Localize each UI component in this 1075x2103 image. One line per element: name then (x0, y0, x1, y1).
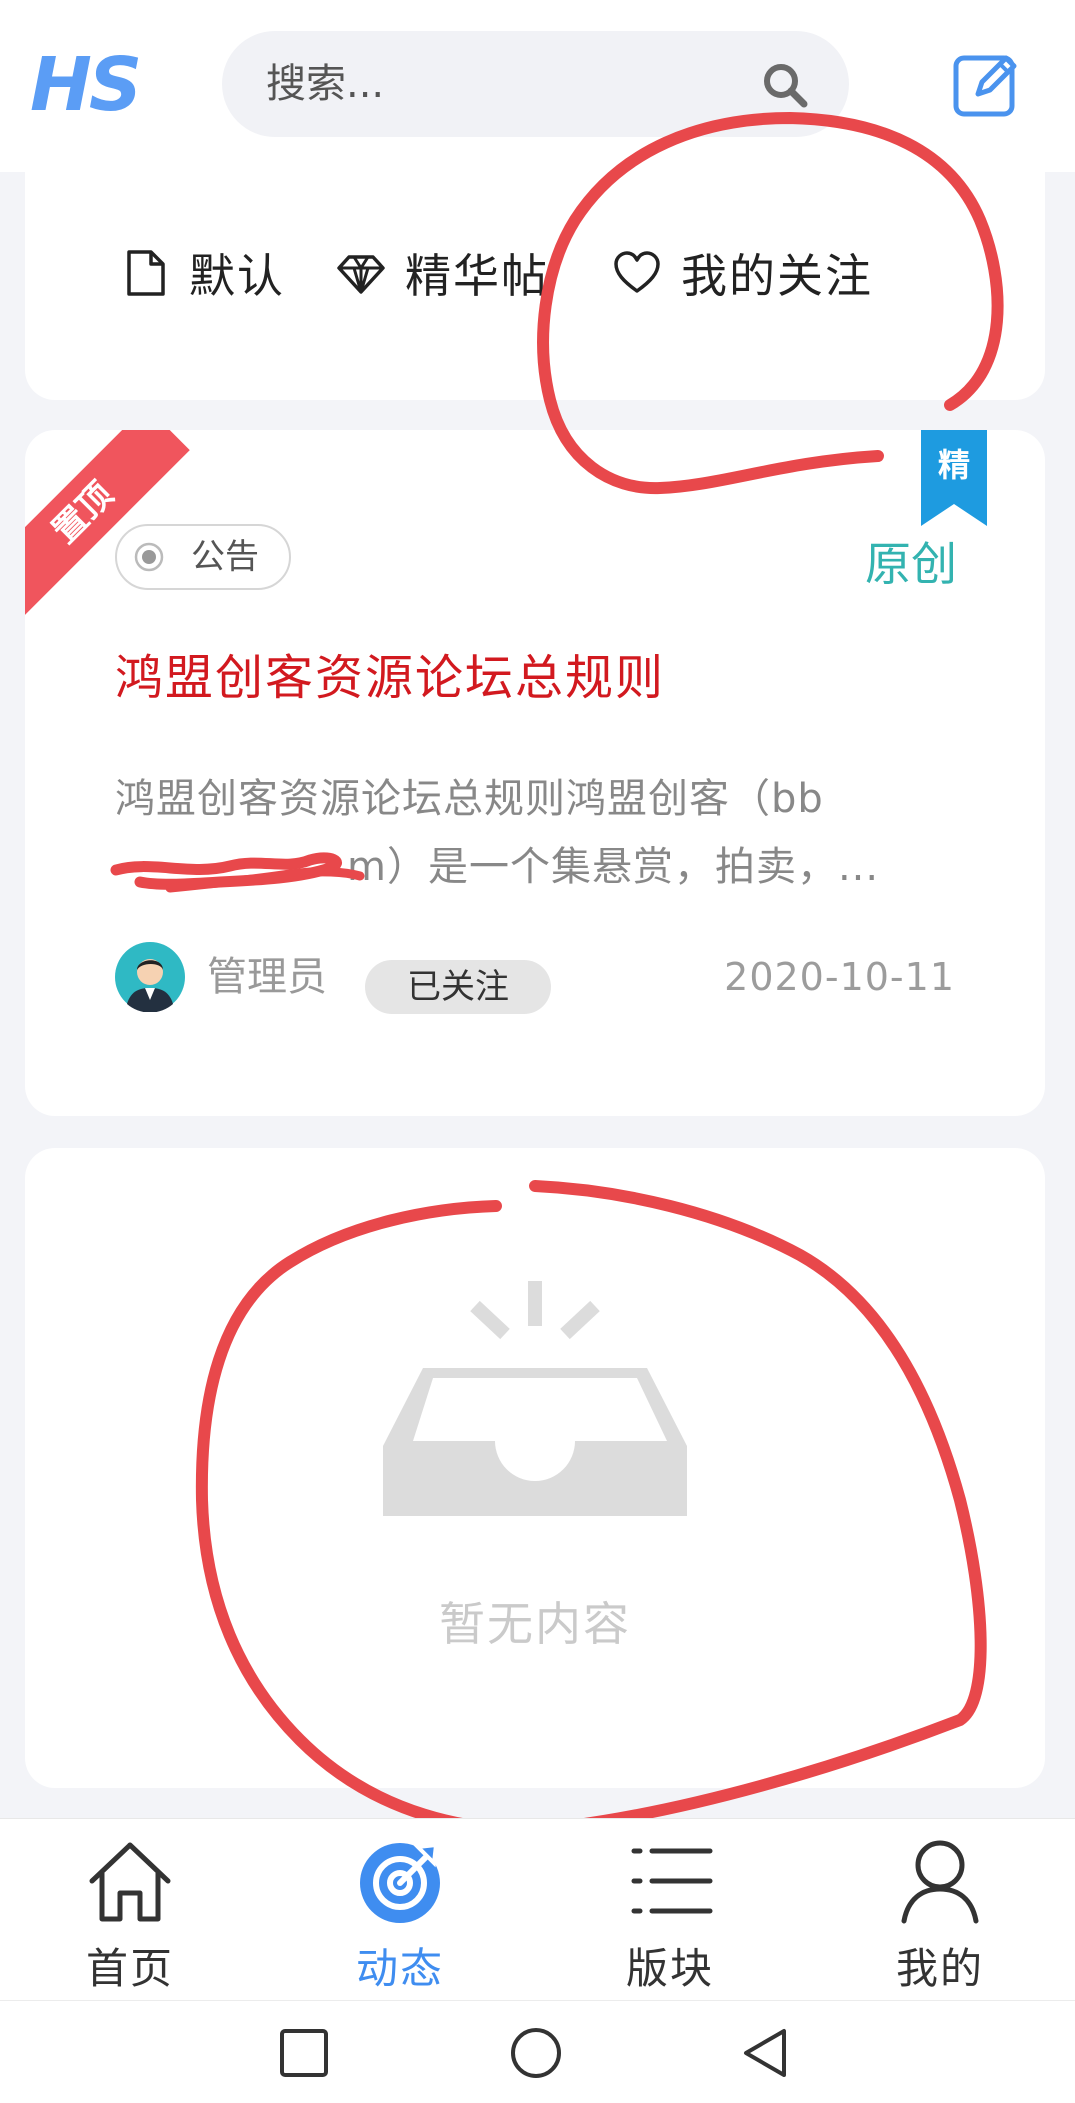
search-icon[interactable] (761, 61, 809, 109)
user-icon (901, 1840, 979, 1924)
follow-status-badge[interactable]: 已关注 (365, 960, 551, 1014)
post-excerpt-line1: 鸿盟创客资源论坛总规则鸿盟创客（bb (115, 776, 824, 822)
tab-activity[interactable]: 动态 (300, 1819, 500, 2001)
system-nav-bar (0, 2000, 1075, 2103)
filter-featured[interactable]: 精华帖 (337, 242, 549, 304)
tab-home-label: 首页 (85, 1944, 174, 1993)
tab-home[interactable]: 首页 (30, 1819, 230, 2001)
post-title[interactable]: 鸿盟创客资源论坛总规则 (115, 638, 665, 708)
app-logo[interactable]: HS (30, 46, 152, 124)
featured-label: 精 (937, 446, 970, 484)
app-header: HS 搜索... (0, 0, 1075, 172)
edit-icon[interactable] (952, 50, 1020, 118)
home-circle-icon[interactable] (508, 2025, 564, 2081)
tab-boards[interactable]: 版块 (570, 1819, 770, 2001)
home-icon (89, 1842, 171, 1922)
original-label: 原创 (865, 537, 957, 591)
target-icon (360, 1842, 440, 1923)
empty-state-text: 暂无内容 (439, 1597, 631, 1651)
empty-inbox-icon (383, 1281, 687, 1516)
list-icon (631, 1848, 713, 1914)
filter-card: 默认 精华帖 我的关注 (25, 150, 1045, 400)
filter-default-label: 默认 (189, 249, 285, 303)
filter-following-label: 我的关注 (681, 249, 873, 303)
notice-tag-label: 公告 (191, 537, 259, 577)
post-card[interactable]: 置顶 精 原创 公告 鸿盟创客资源论坛总规则 鸿盟创客资源论坛总规则鸿盟创客（b… (25, 430, 1045, 1116)
post-date: 2020-10-11 (724, 955, 955, 999)
tab-profile-label: 我的 (895, 1944, 984, 1993)
search-input[interactable]: 搜索... (266, 31, 384, 137)
tab-activity-label: 动态 (355, 1944, 444, 1993)
radio-dot-icon (134, 542, 164, 572)
author-avatar[interactable] (115, 942, 185, 1012)
diamond-icon (337, 255, 385, 294)
heart-icon (614, 251, 660, 293)
tab-profile[interactable]: 我的 (840, 1819, 1040, 2001)
redaction-scribble (110, 852, 365, 893)
filter-default[interactable]: 默认 (121, 242, 285, 304)
author-name[interactable]: 管理员 (207, 944, 327, 1010)
notice-tag[interactable]: 公告 (115, 524, 291, 590)
empty-state-card: 暂无内容 (25, 1148, 1045, 1788)
back-icon[interactable] (738, 2025, 794, 2081)
tab-boards-label: 版块 (625, 1944, 714, 1993)
filter-featured-label: 精华帖 (405, 249, 549, 303)
search-bar[interactable]: 搜索... (222, 31, 849, 137)
filter-following[interactable]: 我的关注 (613, 242, 873, 304)
file-icon (127, 250, 165, 296)
recent-apps-icon[interactable] (276, 2025, 332, 2081)
bottom-tab-bar: 首页 动态 版块 我的 (0, 1818, 1075, 2001)
